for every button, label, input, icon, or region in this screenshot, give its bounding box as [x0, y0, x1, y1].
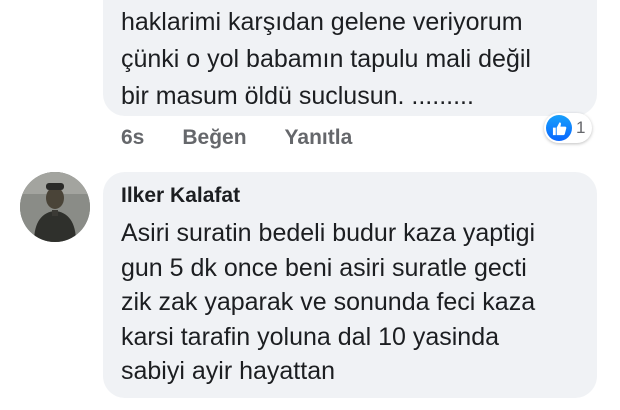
reaction-summary[interactable]: 1 [544, 113, 593, 143]
reply-button[interactable]: Yanıtla [285, 126, 353, 150]
avatar[interactable] [20, 172, 90, 242]
comment-actions: 6s Beğen Yanıtla [121, 122, 390, 154]
thumbs-up-icon [546, 115, 572, 141]
comment-bubble: haklarimi karşıdan gelene veriyorum çünk… [103, 0, 597, 116]
comment-bubble: Ilker Kalafat Asiri suratin bedeli budur… [103, 172, 597, 398]
comment-text: Asiri suratin bedeli budur kaza yaptigi … [121, 219, 536, 385]
reaction-count: 1 [576, 118, 586, 137]
comment-text: haklarimi karşıdan gelene veriyorum çünk… [121, 8, 531, 110]
comment-timestamp[interactable]: 6s [121, 126, 144, 150]
comment-author[interactable]: Ilker Kalafat [121, 184, 240, 208]
like-button[interactable]: Beğen [182, 126, 246, 150]
